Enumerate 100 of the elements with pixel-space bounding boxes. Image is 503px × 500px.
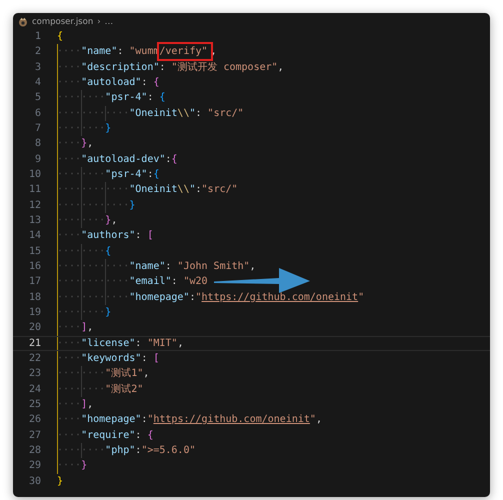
string-value: "John Smith" [177,260,250,272]
line-number: 29 [28,459,41,474]
punctuation: , [143,368,150,380]
string-value: "MIT" [147,338,178,349]
json-key: "email" [129,276,172,288]
whitespace-dots: ········ [57,212,106,228]
whitespace-dots: ···· [57,396,82,412]
bracket: ] [81,322,88,334]
bracket: [ [147,230,154,242]
punctuation: : [135,230,142,242]
punctuation: , [87,322,94,334]
punctuation: , [250,260,256,272]
whitespace-dots: ············ [57,290,130,305]
punctuation: : [171,276,178,288]
bracket: } [105,306,112,318]
whitespace-dots: ········ [57,442,106,458]
bracket: { [153,76,160,88]
whitespace-dots: ············ [57,182,130,198]
json-key: "keywords" [81,352,142,364]
punctuation: , [87,138,94,150]
line-number: 19 [28,306,41,320]
punctuation: : [135,430,142,441]
punctuation: : [165,260,172,272]
line-number: 8 [34,137,41,152]
link[interactable]: https://github.com/oneinit [202,292,358,303]
line-number: 4 [34,76,41,90]
bracket: { [105,246,112,257]
punctuation: , [316,414,322,426]
whitespace-dots: ········ [57,120,106,136]
json-key: "Oneinit [129,184,178,196]
whitespace-dots: ········ [57,304,106,320]
json-key: "php" [105,444,136,456]
whitespace-dots: ········ [57,366,106,382]
whitespace-dots: ···· [57,44,82,60]
whitespace-dots: ···· [57,336,82,350]
json-key: "homepage" [81,414,142,426]
line-number: 2 [34,45,41,60]
json-key: "homepage" [129,292,190,303]
whitespace-dots: ···· [57,458,82,474]
json-key: "autoload-dev" [81,154,166,165]
line-number: 12 [28,198,41,213]
line-number: 3 [34,60,41,75]
escape-sequence: \\ [177,184,190,196]
punctuation: : [135,444,142,456]
whitespace-dots: ············ [57,198,130,213]
punctuation: : [165,154,172,165]
line-number: 15 [28,244,41,259]
line-number: 10 [28,168,41,182]
breadcrumb-file[interactable]: composer.json [32,16,94,26]
line-number: 23 [28,367,41,382]
whitespace-dots: ···· [57,60,82,75]
whitespace-dots: ···· [57,228,82,244]
punctuation: : [135,338,142,349]
json-key: "psr-4" [105,168,148,180]
line-number: 7 [34,122,41,136]
punctuation: , [111,214,118,226]
whitespace-dots: ···· [57,74,82,90]
punctuation: : [196,108,203,119]
whitespace-dots: ···· [57,428,82,443]
line-number: 27 [28,428,41,443]
bracket: } [81,460,88,472]
punctuation: , [278,62,284,73]
line-number: 18 [28,290,41,305]
punctuation: : [141,352,148,364]
json-key: "name" [129,260,166,272]
json-key: "name" [81,46,118,58]
string-value: "测试开发 composer" [171,62,278,73]
line-number: 26 [28,413,41,428]
line-number: 25 [28,398,41,412]
line-number: 30 [28,474,41,489]
string-value: "src/" [202,184,238,196]
bracket: { [153,168,160,180]
punctuation: : [147,168,154,180]
line-number: 11 [28,183,41,198]
whitespace-dots: ···· [57,350,82,366]
line-number: 22 [28,352,41,366]
breadcrumb-separator: › [97,16,101,26]
whitespace-dots: ········ [57,244,106,259]
line-number: 6 [34,106,41,121]
whitespace-dots: ···· [57,320,82,336]
line-number: 16 [28,260,41,274]
json-key: "license" [81,338,136,349]
whitespace-dots: ········ [57,382,106,397]
bracket: { [57,31,64,42]
line-number: 20 [28,321,41,336]
line-number: 9 [34,152,41,167]
line-number: 1 [34,30,41,44]
whitespace-dots: ···· [57,152,82,167]
line-number: 28 [28,444,41,458]
bracket: } [105,214,112,226]
whitespace-dots: ········ [57,166,106,182]
string-value: " [310,414,316,426]
punctuation: : [147,92,154,104]
json-key: "require" [81,430,136,441]
whitespace-dots: ········ [57,90,106,106]
string-value: "w20 [183,276,208,288]
whitespace-dots: ············ [57,106,130,121]
punctuation: : [159,62,166,73]
breadcrumb-item[interactable]: … [104,16,114,26]
link[interactable]: https://github.com/oneinit [153,414,310,426]
